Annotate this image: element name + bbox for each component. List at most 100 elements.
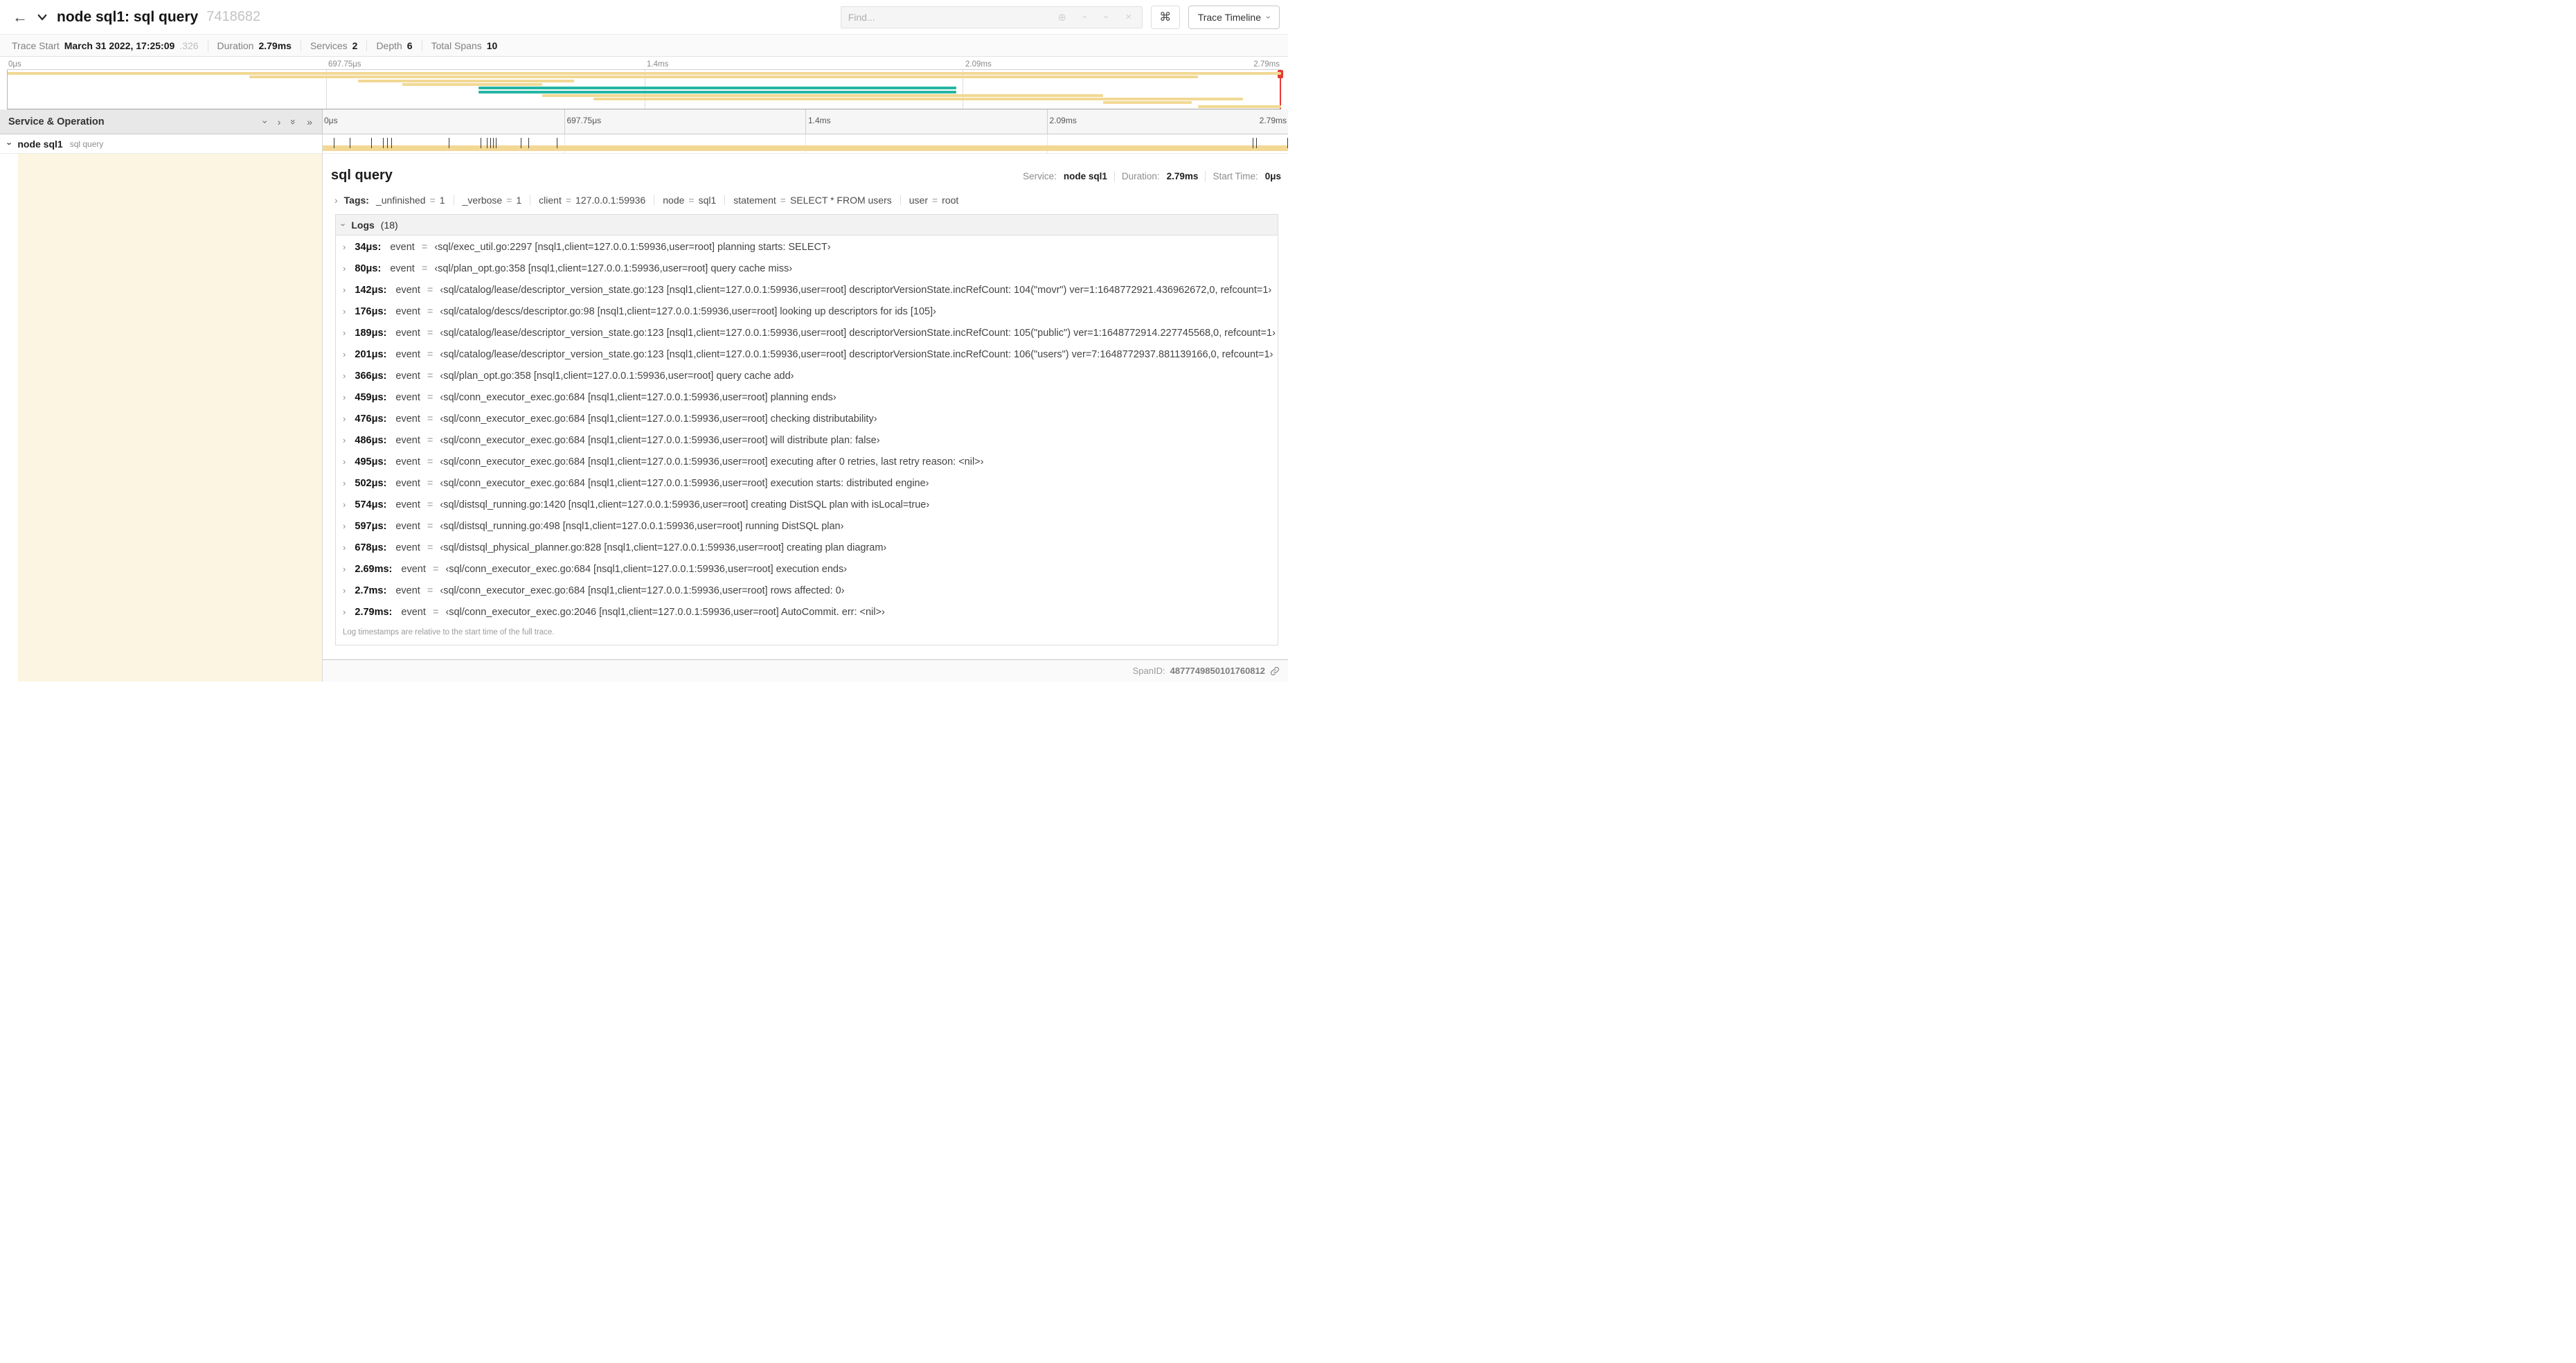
- log-row[interactable]: › 495μs: event = ‹sql/conn_executor_exec…: [336, 452, 1278, 473]
- chevron-right-icon: ›: [343, 328, 346, 338]
- minimap-canvas[interactable]: [7, 69, 1283, 109]
- log-timestamp: 574μs:: [355, 499, 387, 510]
- log-field-value: ‹sql/conn_executor_exec.go:684 [nsql1,cl…: [440, 456, 984, 467]
- minimap-scrubber[interactable]: [1278, 70, 1283, 109]
- prev-match-icon[interactable]: ›: [1075, 11, 1093, 23]
- span-row-timeline[interactable]: [323, 134, 1288, 153]
- find-bar: ⊕ › › ×: [840, 6, 1143, 28]
- view-options-button[interactable]: Trace Timeline ›: [1188, 5, 1280, 29]
- log-field-key: event: [395, 542, 420, 553]
- chevron-right-icon: ›: [343, 371, 346, 381]
- tag-value: 1: [439, 195, 445, 206]
- divider: [724, 195, 726, 205]
- focus-match-icon[interactable]: ⊕: [1053, 11, 1071, 24]
- log-row[interactable]: › 176μs: event = ‹sql/catalog/descs/desc…: [336, 301, 1278, 323]
- log-equals: =: [432, 564, 439, 575]
- total-spans-value: 10: [486, 39, 498, 51]
- jaeger-trace-page: ← node sql1: sql query 7418682 ⊕ › › × ⌘…: [0, 0, 1288, 682]
- log-timestamp: 597μs:: [355, 521, 387, 532]
- tick-label: 697.75μs: [566, 116, 602, 125]
- minimap-span-bar: [8, 72, 1281, 75]
- span-collapse-chevron-icon[interactable]: ›: [5, 142, 15, 145]
- divider: [900, 195, 901, 205]
- log-timestamp: 176μs:: [355, 306, 387, 317]
- log-field-value: ‹sql/exec_util.go:2297 [nsql1,client=127…: [434, 242, 831, 253]
- log-row[interactable]: › 486μs: event = ‹sql/conn_executor_exec…: [336, 430, 1278, 452]
- tag-value: 1: [516, 195, 522, 206]
- logs-count: (18): [380, 219, 398, 231]
- log-row[interactable]: › 2.69ms: event = ‹sql/conn_executor_exe…: [336, 559, 1278, 580]
- log-equals: =: [427, 499, 433, 510]
- expand-all-icon[interactable]: »: [307, 116, 312, 127]
- log-marker-tick: [493, 138, 494, 148]
- trace-title-chevron-icon[interactable]: [36, 11, 48, 24]
- collapse-all-icon[interactable]: »: [288, 119, 299, 125]
- clear-find-icon[interactable]: ×: [1120, 11, 1138, 23]
- log-field-key: event: [395, 413, 420, 425]
- span-service-name: node sql1: [17, 138, 63, 150]
- chevron-right-icon: ›: [343, 564, 346, 574]
- log-row[interactable]: › 574μs: event = ‹sql/distsql_running.go…: [336, 495, 1278, 516]
- find-input[interactable]: [841, 11, 1049, 23]
- log-row[interactable]: › 201μs: event = ‹sql/catalog/lease/desc…: [336, 344, 1278, 366]
- divider: [1205, 171, 1206, 181]
- deep-link-icon[interactable]: [1270, 666, 1280, 676]
- service-operation-title: Service & Operation: [8, 116, 105, 127]
- span-detail-panel: sql query Service: node sql1 Duration: 2…: [323, 154, 1288, 660]
- log-marker-tick: [1287, 138, 1288, 148]
- keyboard-shortcuts-button[interactable]: ⌘: [1150, 5, 1180, 29]
- log-row[interactable]: › 189μs: event = ‹sql/catalog/lease/desc…: [336, 323, 1278, 344]
- tags-accordion[interactable]: › Tags: _unfinished = 1 _verbose = 1 cli…: [331, 193, 1281, 214]
- trace-summary-bar: Trace Start March 31 2022, 17:25:09 .326…: [0, 35, 1288, 57]
- detail-duration-value: 2.79ms: [1166, 171, 1199, 181]
- log-row[interactable]: › 502μs: event = ‹sql/conn_executor_exec…: [336, 473, 1278, 495]
- collapse-one-icon[interactable]: ›: [260, 120, 271, 123]
- log-marker-tick: [370, 138, 372, 148]
- divider: [1113, 171, 1115, 181]
- log-row[interactable]: › 34μs: event = ‹sql/exec_util.go:2297 […: [336, 237, 1278, 258]
- tag-key: client: [539, 195, 562, 206]
- minimap-span-bar: [593, 98, 1243, 101]
- log-timestamp: 142μs:: [355, 285, 387, 296]
- span-row[interactable]: › node sql1 sql query: [0, 134, 1288, 154]
- chevron-down-icon: ›: [1264, 15, 1273, 19]
- log-equals: =: [427, 413, 433, 425]
- service-operation-header: Service & Operation › › » »: [0, 109, 323, 134]
- log-field-value: ‹sql/distsql_running.go:1420 [nsql1,clie…: [440, 499, 930, 510]
- log-row[interactable]: › 366μs: event = ‹sql/plan_opt.go:358 [n…: [336, 366, 1278, 387]
- back-button[interactable]: ←: [8, 8, 32, 26]
- log-field-value: ‹sql/distsql_running.go:498 [nsql1,clien…: [440, 521, 844, 532]
- log-timestamp: 2.7ms:: [355, 585, 387, 596]
- trace-start-fraction: .326: [179, 39, 199, 51]
- logs-accordion-header[interactable]: › Logs (18): [336, 215, 1278, 235]
- log-row[interactable]: › 142μs: event = ‹sql/catalog/lease/desc…: [336, 280, 1278, 301]
- log-field-key: event: [395, 328, 420, 339]
- log-row[interactable]: › 80μs: event = ‹sql/plan_opt.go:358 [ns…: [336, 258, 1278, 280]
- services-value: 2: [352, 39, 358, 51]
- log-field-value: ‹sql/catalog/descs/descriptor.go:98 [nsq…: [440, 306, 936, 317]
- tags-list: _unfinished = 1 _verbose = 1 client = 12…: [376, 195, 958, 206]
- log-row[interactable]: › 678μs: event = ‹sql/distsql_physical_p…: [336, 537, 1278, 559]
- log-row[interactable]: › 2.7ms: event = ‹sql/conn_executor_exec…: [336, 580, 1278, 602]
- span-row-name-column[interactable]: › node sql1 sql query: [0, 134, 323, 153]
- log-row[interactable]: › 459μs: event = ‹sql/conn_executor_exec…: [336, 387, 1278, 409]
- logs-section: › Logs (18) › 34μs: event = ‹sql/exec_ut…: [335, 214, 1278, 645]
- log-field-value: ‹sql/catalog/lease/descriptor_version_st…: [440, 285, 1272, 296]
- log-timestamp: 495μs:: [355, 456, 387, 467]
- log-row[interactable]: › 476μs: event = ‹sql/conn_executor_exec…: [336, 409, 1278, 430]
- expand-one-icon[interactable]: ›: [278, 116, 281, 127]
- log-timestamp: 678μs:: [355, 542, 387, 553]
- minimap-span-bar: [402, 82, 543, 86]
- tag-equals: =: [429, 195, 436, 206]
- chevron-down-icon: ›: [338, 223, 349, 226]
- log-row[interactable]: › 597μs: event = ‹sql/distsql_running.go…: [336, 516, 1278, 537]
- span-id-bar: SpanID: 4877749850101760812: [323, 660, 1288, 682]
- log-row[interactable]: › 2.79ms: event = ‹sql/conn_executor_exe…: [336, 602, 1278, 623]
- span-duration-bar[interactable]: [323, 145, 1288, 151]
- log-equals: =: [427, 392, 433, 403]
- minimap-span-bar: [249, 75, 1199, 79]
- next-match-icon[interactable]: ›: [1098, 11, 1116, 23]
- timeline-header-row: Service & Operation › › » » 0μs 697.75μs 1…: [0, 109, 1288, 134]
- log-field-key: event: [395, 371, 420, 382]
- minimap-span-bar: [478, 87, 957, 90]
